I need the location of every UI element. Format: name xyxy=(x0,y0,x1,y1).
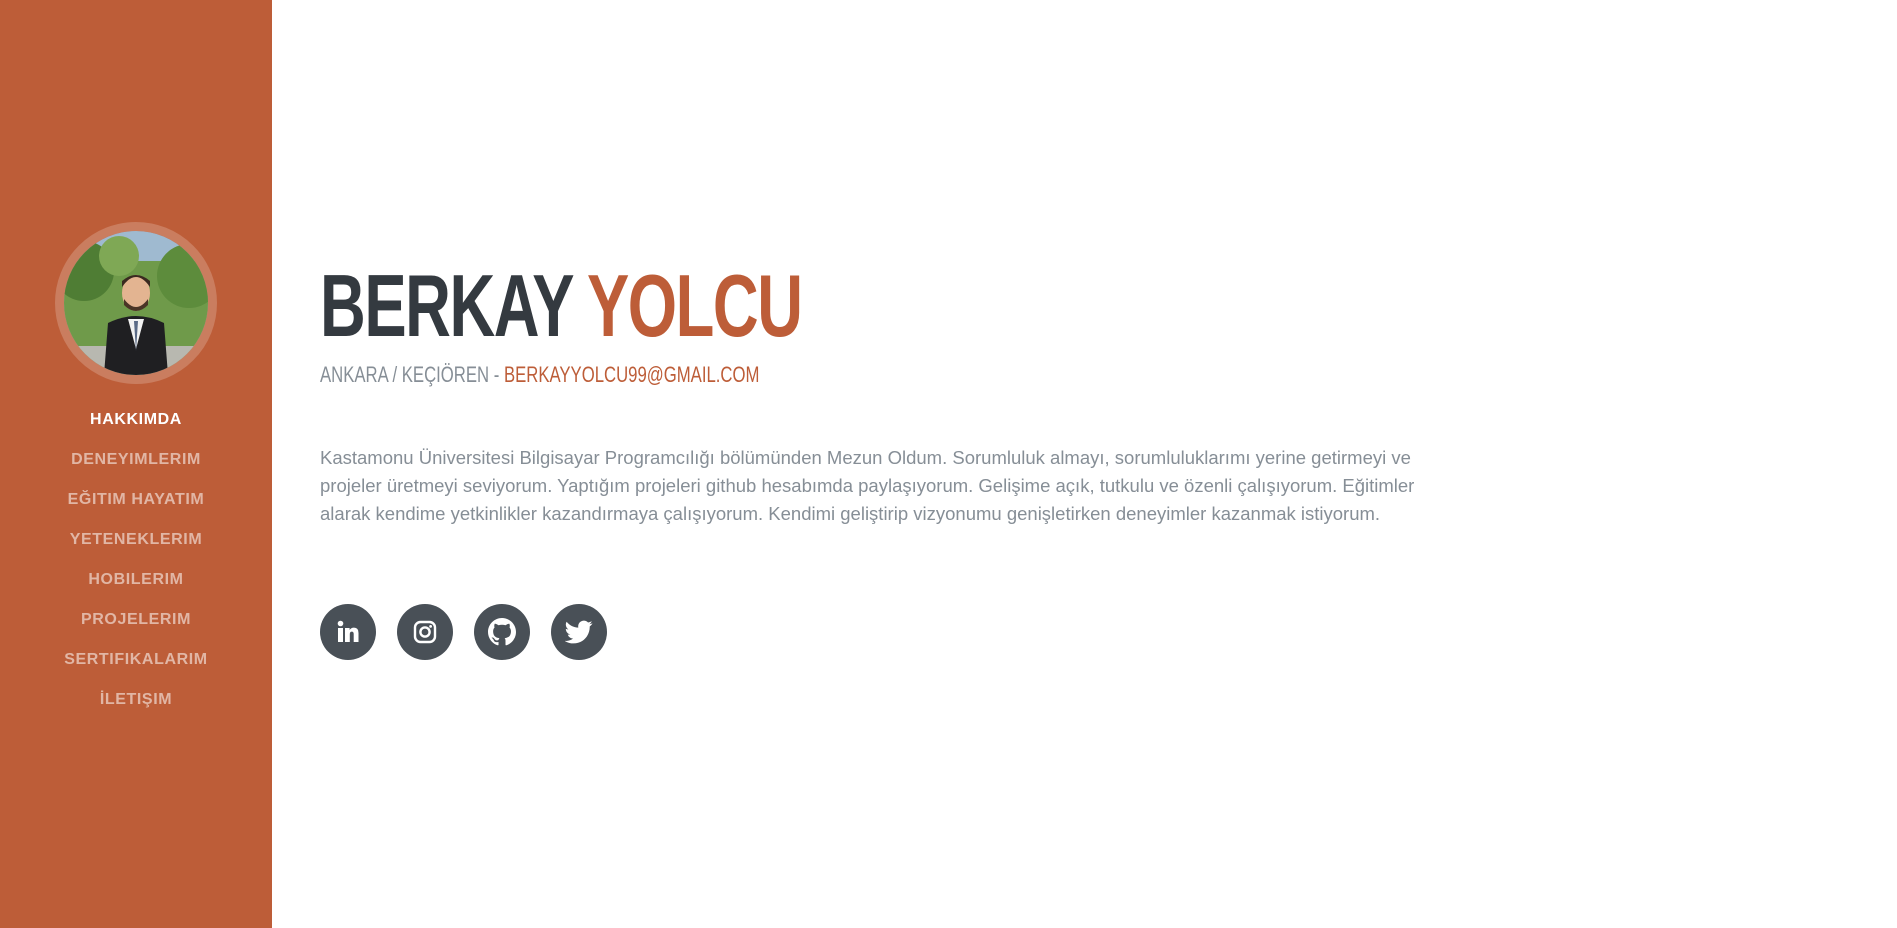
nav-item-certificates[interactable]: SERTIFIKALARIM xyxy=(64,651,208,669)
instagram-button[interactable] xyxy=(397,604,453,660)
instagram-icon xyxy=(413,620,437,644)
nav-item-skills[interactable]: YETENEKLERIM xyxy=(70,531,203,549)
twitter-button[interactable] xyxy=(551,604,607,660)
sidebar-nav: HAKKIMDA DENEYIMLERIM EĞITIM HAYATIM YET… xyxy=(0,400,272,720)
last-name: YOLCU xyxy=(586,256,803,355)
location-text: ANKARA / KEÇIÖREN - xyxy=(320,362,504,387)
nav-item-about[interactable]: HAKKIMDA xyxy=(90,411,182,429)
sidebar: HAKKIMDA DENEYIMLERIM EĞITIM HAYATIM YET… xyxy=(0,0,272,928)
nav-item-experience[interactable]: DENEYIMLERIM xyxy=(71,451,201,469)
bio-text: Kastamonu Üniversitesi Bilgisayar Progra… xyxy=(320,447,1415,524)
nav-item-projects[interactable]: PROJELERIM xyxy=(81,611,191,629)
first-name: BERKAY xyxy=(320,256,573,355)
linkedin-icon xyxy=(337,620,359,642)
github-button[interactable] xyxy=(474,604,530,660)
twitter-icon xyxy=(565,620,593,644)
nav-item-contact[interactable]: İLETIŞIM xyxy=(100,691,172,709)
email-link[interactable]: BERKAYYOLCU99@GMAIL.COM xyxy=(504,362,759,387)
page-title: BERKAY YOLCU xyxy=(320,262,803,350)
contact-subheading: ANKARA / KEÇIÖREN - BERKAYYOLCU99@GMAIL.… xyxy=(320,364,759,386)
nav-item-education[interactable]: EĞITIM HAYATIM xyxy=(68,491,205,509)
github-icon xyxy=(488,618,516,646)
linkedin-button[interactable] xyxy=(320,604,376,660)
avatar[interactable] xyxy=(55,222,217,384)
social-icons xyxy=(320,604,607,660)
avatar-photo xyxy=(64,231,208,375)
nav-item-hobbies[interactable]: HOBILERIM xyxy=(88,571,183,589)
